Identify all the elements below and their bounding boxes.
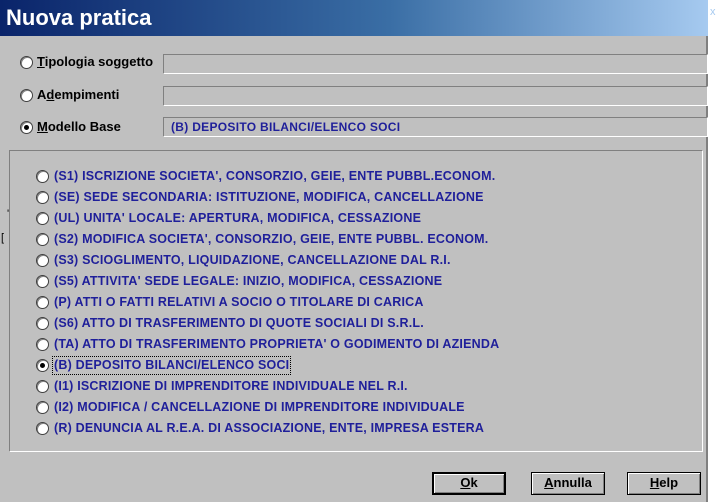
model-label: (B) DEPOSITO BILANCI/ELENCO SOCI [51, 356, 292, 375]
model-radio[interactable] [36, 233, 49, 246]
edge-mark: ' [7, 208, 10, 220]
model-option[interactable]: (I1) ISCRIZIONE DI IMPRENDITORE INDIVIDU… [36, 378, 636, 396]
model-option[interactable]: (S5) ATTIVITA' SEDE LEGALE: INIZIO, MODI… [36, 273, 636, 291]
model-radio[interactable] [36, 254, 49, 267]
title-bar[interactable]: Nuova pratica [0, 0, 708, 36]
adempimenti-field [163, 86, 708, 106]
annulla-button[interactable]: Annulla [531, 472, 605, 495]
radio-tipologia-soggetto[interactable] [20, 56, 33, 69]
model-option[interactable]: (S6) ATTO DI TRASFERIMENTO DI QUOTE SOCI… [36, 315, 636, 333]
model-option[interactable]: (TA) ATTO DI TRASFERIMENTO PROPRIETA' O … [36, 336, 636, 354]
model-label: (TA) ATTO DI TRASFERIMENTO PROPRIETA' O … [54, 337, 500, 351]
model-option[interactable]: (P) ATTI O FATTI RELATIVI A SOCIO O TITO… [36, 294, 636, 312]
model-label: (S3) SCIOGLIMENTO, LIQUIDAZIONE, CANCELL… [54, 253, 451, 267]
model-label: (SE) SEDE SECONDARIA: ISTITUZIONE, MODIF… [54, 190, 484, 204]
label-adempimenti: Adempimenti [37, 87, 120, 102]
model-option[interactable]: (R) DENUNCIA AL R.E.A. DI ASSOCIAZIONE, … [36, 420, 636, 438]
model-option[interactable]: (S3) SCIOGLIMENTO, LIQUIDAZIONE, CANCELL… [36, 252, 636, 270]
tipologia-soggetto-field [163, 54, 708, 74]
model-radio[interactable] [36, 422, 49, 435]
model-radio[interactable] [36, 191, 49, 204]
model-radio[interactable] [36, 359, 49, 372]
nuova-pratica-dialog: Nuova pratica Tipologia soggetto Adempim… [0, 0, 708, 502]
model-label: (UL) UNITA' LOCALE: APERTURA, MODIFICA, … [54, 211, 422, 225]
model-radio[interactable] [36, 296, 49, 309]
model-radio[interactable] [36, 275, 49, 288]
model-option[interactable]: (S1) ISCRIZIONE SOCIETA', CONSORZIO, GEI… [36, 168, 636, 186]
model-option[interactable]: (UL) UNITA' LOCALE: APERTURA, MODIFICA, … [36, 210, 636, 228]
model-label: (I1) ISCRIZIONE DI IMPRENDITORE INDIVIDU… [54, 379, 408, 393]
model-radio[interactable] [36, 380, 49, 393]
radio-adempimenti[interactable] [20, 89, 33, 102]
ok-button[interactable]: Ok [432, 472, 506, 495]
radio-modello-base[interactable] [20, 121, 33, 134]
window-title: Nuova pratica [6, 5, 152, 30]
model-label: (S6) ATTO DI TRASFERIMENTO DI QUOTE SOCI… [54, 316, 424, 330]
edge-mark: [ [1, 232, 5, 244]
label-modello-base: Modello Base [37, 119, 121, 134]
label-tipologia-soggetto: Tipologia soggetto [37, 54, 154, 69]
model-radio[interactable] [36, 170, 49, 183]
model-label: (I2) MODIFICA / CANCELLAZIONE DI IMPREND… [54, 400, 465, 414]
edge-mark: x [710, 6, 716, 18]
model-radio[interactable] [36, 212, 49, 225]
model-label: (S1) ISCRIZIONE SOCIETA', CONSORZIO, GEI… [54, 169, 496, 183]
model-option[interactable]: (SE) SEDE SECONDARIA: ISTITUZIONE, MODIF… [36, 189, 636, 207]
model-radio[interactable] [36, 338, 49, 351]
help-button[interactable]: Help [627, 472, 701, 495]
model-radio[interactable] [36, 317, 49, 330]
modello-base-field: (B) DEPOSITO BILANCI/ELENCO SOCI [163, 117, 708, 137]
model-label: (S2) MODIFICA SOCIETA', CONSORZIO, GEIE,… [54, 232, 489, 246]
model-label: (R) DENUNCIA AL R.E.A. DI ASSOCIAZIONE, … [54, 421, 485, 435]
model-option[interactable]: (I2) MODIFICA / CANCELLAZIONE DI IMPREND… [36, 399, 636, 417]
model-radio[interactable] [36, 401, 49, 414]
model-option-selected[interactable]: (B) DEPOSITO BILANCI/ELENCO SOCI [36, 356, 636, 375]
model-option[interactable]: (S2) MODIFICA SOCIETA', CONSORZIO, GEIE,… [36, 231, 636, 249]
model-label: (P) ATTI O FATTI RELATIVI A SOCIO O TITO… [54, 295, 424, 309]
model-label: (S5) ATTIVITA' SEDE LEGALE: INIZIO, MODI… [54, 274, 443, 288]
